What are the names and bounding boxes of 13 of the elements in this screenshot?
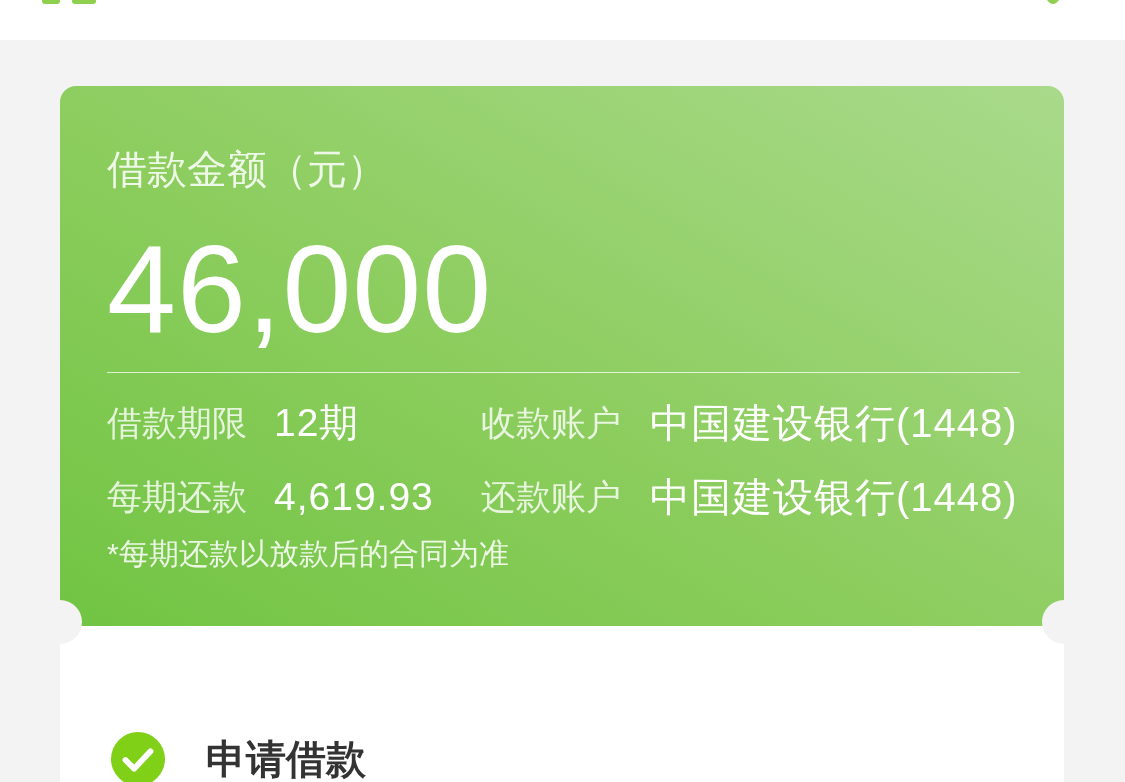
detail-value: 中国建设银行(1448) — [650, 474, 1019, 521]
detail-value: 中国建设银行(1448) — [650, 400, 1019, 447]
detail-label: 借款期限 — [107, 402, 248, 444]
bars-icon[interactable] — [42, 0, 96, 4]
detail-value: 4,619.93 — [274, 474, 435, 520]
detail-label: 还款账户 — [481, 476, 622, 518]
detail-label: 收款账户 — [481, 402, 622, 444]
step-title: 申请借款 — [206, 736, 366, 782]
repayment-note: *每期还款以放款后的合同为准 — [107, 536, 510, 572]
detail-value: 12期 — [274, 400, 361, 446]
loan-amount: 46,000 — [107, 219, 494, 360]
detail-label: 每期还款 — [107, 476, 248, 518]
amount-label: 借款金额（元） — [107, 146, 388, 193]
